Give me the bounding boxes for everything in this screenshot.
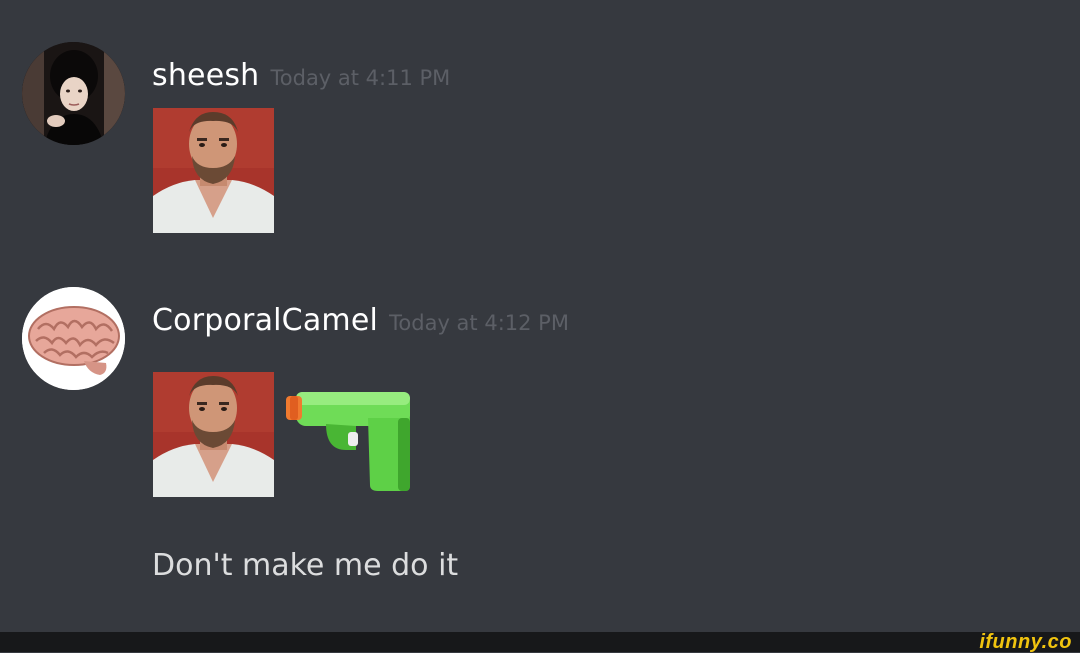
watermark-bar [0, 632, 1080, 652]
avatar-corporalcamel[interactable] [22, 287, 125, 390]
timestamp[interactable]: Today at 4:11 PM [271, 66, 451, 90]
message-text: Don't make me do it [152, 548, 459, 583]
username[interactable]: sheesh [152, 58, 259, 93]
avatar-sheesh[interactable] [22, 42, 125, 145]
water-pistol-emoji[interactable] [286, 390, 412, 492]
bearded-man-icon [153, 372, 274, 497]
username[interactable]: CorporalCamel [152, 303, 378, 338]
bearded-man-emoji[interactable] [153, 372, 274, 497]
message-header: CorporalCamel Today at 4:12 PM [152, 303, 569, 338]
timestamp[interactable]: Today at 4:12 PM [389, 311, 569, 335]
brain-avatar-icon [22, 287, 125, 390]
watermark: ifunny.co [979, 631, 1072, 653]
woman-portrait-avatar-icon [22, 42, 125, 145]
message-header: sheesh Today at 4:11 PM [152, 58, 450, 93]
bearded-man-emoji[interactable] [153, 108, 274, 233]
chat-area: sheesh Today at 4:11 PM CorporalCamel To… [0, 0, 1080, 632]
bearded-man-icon [153, 108, 274, 233]
water-pistol-icon [286, 392, 410, 491]
